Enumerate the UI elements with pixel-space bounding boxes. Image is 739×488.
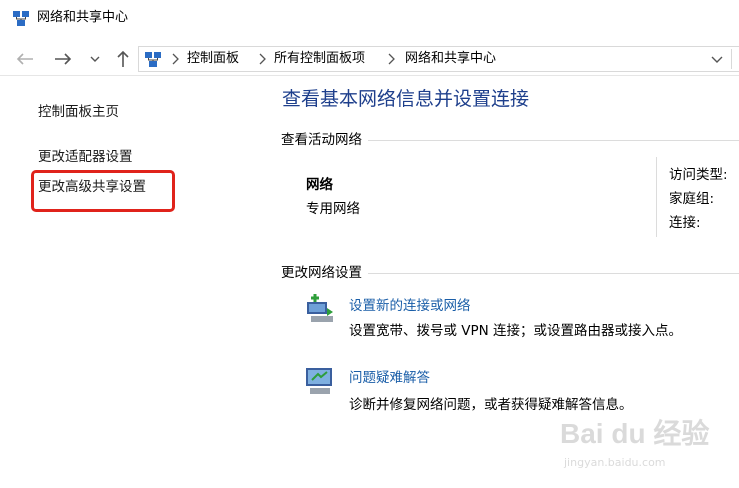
highlight-box — [31, 170, 175, 212]
sidebar-item-change-adapter-settings[interactable]: 更改适配器设置 — [38, 148, 133, 166]
access-type-label: 访问类型: — [669, 167, 728, 183]
new-connection-icon — [307, 294, 333, 322]
back-button[interactable] — [14, 48, 36, 70]
chevron-down-icon — [90, 56, 100, 62]
title-bar: 网络和共享中心 — [0, 0, 739, 38]
watermark: Bai du 经验 jingyan.baidu.com — [560, 412, 710, 482]
breadcrumb-separator-icon — [172, 53, 179, 65]
control-panel-icon — [145, 52, 161, 67]
network-type: 专用网络 — [306, 201, 360, 217]
troubleshoot-link[interactable]: 问题疑难解答 — [349, 369, 430, 387]
homegroup-label: 家庭组: — [669, 191, 715, 207]
troubleshoot-icon — [306, 368, 332, 394]
section-title-change-settings: 更改网络设置 — [281, 264, 368, 282]
breadcrumb-separator-icon — [388, 53, 395, 65]
address-bar[interactable]: 控制面板 所有控制面板项 网络和共享中心 — [138, 46, 739, 72]
navigation-bar: 控制面板 所有控制面板项 网络和共享中心 — [0, 42, 739, 76]
back-arrow-icon — [16, 53, 33, 65]
setup-new-connection-link[interactable]: 设置新的连接或网络 — [349, 297, 471, 315]
connections-label: 连接: — [669, 215, 701, 231]
recent-locations-button[interactable] — [84, 48, 106, 70]
address-divider — [731, 49, 732, 69]
forward-button[interactable] — [52, 48, 74, 70]
network-sharing-center-window: 网络和共享中心 控制面板 所有控制面板项 网络和共享中心 控制面板主页 更改适配… — [0, 0, 739, 488]
sidebar-item-control-panel-home[interactable]: 控制面板主页 — [38, 103, 119, 121]
chevron-down-icon[interactable] — [709, 51, 725, 67]
vertical-divider — [656, 157, 657, 237]
network-icon — [13, 11, 29, 26]
network-name: 网络 — [306, 177, 333, 193]
up-button[interactable] — [112, 48, 134, 70]
breadcrumb-control-panel[interactable]: 控制面板 — [187, 50, 239, 68]
forward-arrow-icon — [55, 53, 72, 65]
window-title: 网络和共享中心 — [37, 10, 129, 25]
up-arrow-icon — [117, 50, 129, 67]
setup-new-connection-desc: 设置宽带、拨号或 VPN 连接；或设置路由器或接入点。 — [349, 323, 683, 339]
watermark-logo-text: Bai du 经验 — [560, 418, 710, 449]
watermark-url: jingyan.baidu.com — [564, 456, 666, 469]
breadcrumb-network-center[interactable]: 网络和共享中心 — [405, 50, 496, 68]
breadcrumb-separator-icon — [259, 53, 266, 65]
page-title: 查看基本网络信息并设置连接 — [282, 88, 530, 110]
section-title-active-networks: 查看活动网络 — [281, 131, 368, 149]
breadcrumb-all-items[interactable]: 所有控制面板项 — [274, 50, 365, 68]
